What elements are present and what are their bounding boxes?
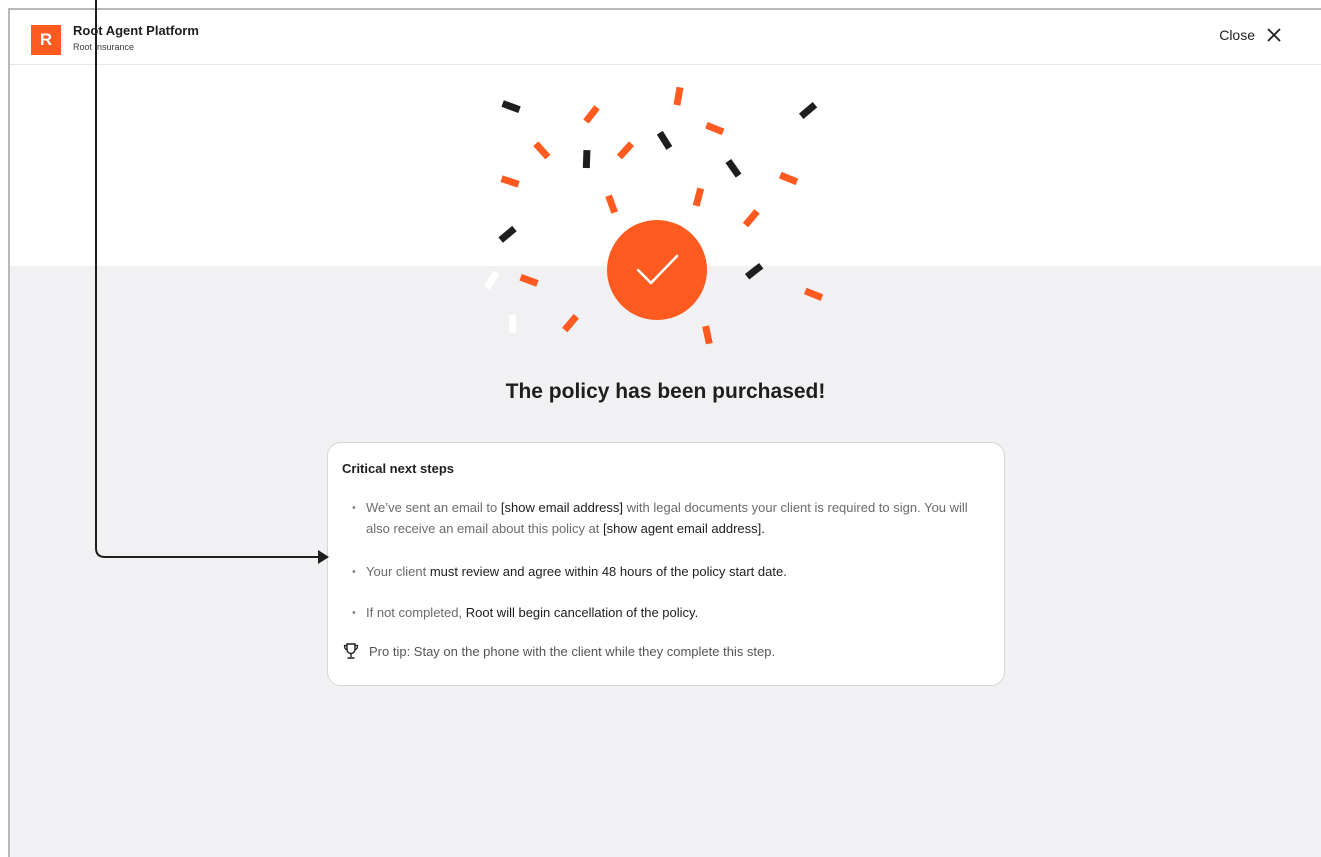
app-subtitle: Root Insurance: [73, 42, 135, 52]
success-badge: [607, 220, 707, 320]
app-title: Root Agent Platform: [73, 23, 199, 38]
close-button[interactable]: Close: [1219, 27, 1281, 43]
app-window: R Root Agent Platform Root Insurance Clo…: [8, 8, 1321, 857]
bullet: •: [352, 607, 356, 619]
success-headline: The policy has been purchased!: [505, 380, 826, 403]
pro-tip-text: Pro tip: Stay on the phone with the clie…: [369, 643, 776, 659]
pro-tip: Pro tip: Stay on the phone with the clie…: [342, 642, 775, 660]
trophy-icon: [343, 643, 359, 659]
close-icon: [1267, 28, 1281, 42]
next-steps-card: Critical next steps • We’ve sent an emai…: [327, 442, 1005, 686]
checkmark-icon: [636, 254, 679, 285]
root-logo: R: [31, 25, 61, 55]
agent-email-placeholder: [show agent email address]: [603, 521, 762, 536]
step-review-deadline: Your client must review and agree within…: [366, 564, 787, 579]
bullet: •: [352, 566, 356, 578]
client-email-placeholder: [show email address]: [500, 500, 624, 515]
card-title: Critical next steps: [342, 461, 454, 476]
top-bar: R Root Agent Platform Root Insurance Clo…: [10, 10, 1321, 65]
step-email-sent: We’ve sent an email to [show email addre…: [366, 500, 968, 536]
close-label: Close: [1219, 27, 1255, 43]
bullet: •: [352, 502, 356, 514]
step-cancellation-warning: If not completed, Root will begin cancel…: [366, 605, 699, 620]
